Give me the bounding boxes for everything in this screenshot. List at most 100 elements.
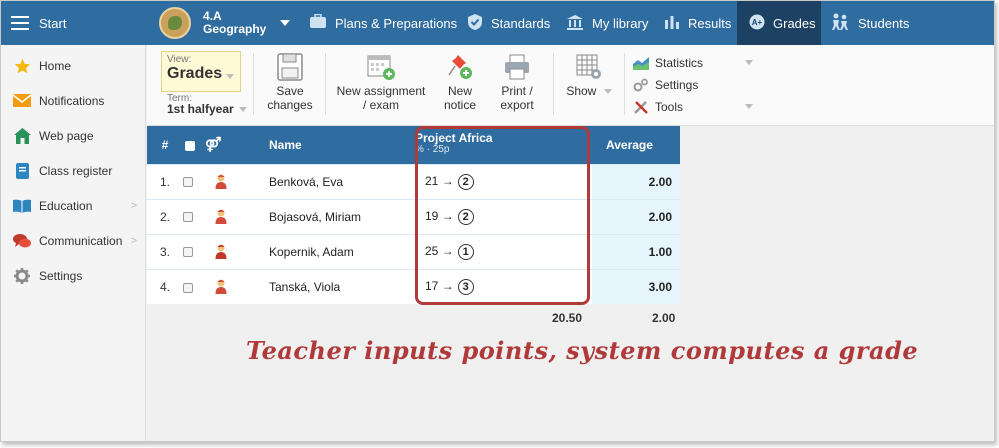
arrow-right-icon: → [441,173,454,188]
save-changes-button[interactable]: Save changes [264,53,316,112]
nav-plans-preparations[interactable]: Plans & Preparations [309,1,457,45]
sidebar-item-label: Notifications [39,93,105,108]
sidebar-item-notifications[interactable]: Notifications [1,83,145,118]
print-export-button[interactable]: Print / export [493,53,541,112]
student-name[interactable]: Tanská, Viola [269,268,415,304]
row-number: 3. [147,233,183,269]
row-average: 3.00 [592,268,680,304]
class-selector[interactable]: 4.A Geography [159,5,291,41]
table-row[interactable]: 4. Tanská, Viola 17 → 3 3.00 [147,268,680,304]
select-all-checkbox[interactable] [183,126,205,164]
row-number: 1. [147,163,183,199]
svg-text:A+: A+ [752,18,763,27]
row-checkbox[interactable] [183,233,205,269]
grades-icon: A+ [749,14,765,33]
sidebar-item-label: Class register [39,163,113,178]
settings-menu[interactable]: Settings [633,74,753,96]
row-checkbox[interactable] [183,163,205,199]
nav-label: Standards [491,15,551,31]
sidebar-item-label: Settings [39,268,83,283]
grade-badge: 2 [457,173,474,190]
points-grade-cell[interactable]: 17 → 3 [415,268,592,304]
table-row[interactable]: 2. Bojasová, Miriam 19 → 2 2.00 [147,198,680,234]
row-checkbox[interactable] [183,268,205,304]
row-average: 2.00 [592,198,680,234]
top-navigation-bar: Start 4.A Geography Plans & Preparations… [1,1,994,45]
gender-symbol-icon: ⚤ [205,136,222,153]
print-label: Print / [501,84,533,98]
hamburger-icon [11,16,29,30]
table-row[interactable]: 1. Benková, Eva 21 → 2 2.00 [147,163,680,199]
statistics-menu[interactable]: Statistics [633,52,753,74]
sidebar-item-home[interactable]: Home [1,48,145,83]
points-value: 25 [425,243,439,258]
table-row[interactable]: 3. Kopernik, Adam 25 → 1 1.00 [147,233,680,269]
new-notice-button[interactable]: New notice [440,53,480,112]
sidebar-item-label: Home [39,58,72,73]
show-dropdown-button[interactable]: Show [561,53,617,98]
chevron-down-icon [226,74,234,79]
nav-grades[interactable]: A+ Grades [737,1,821,45]
col-average-header[interactable]: Average [592,126,680,164]
chevron-down-icon [280,20,291,26]
chevron-down-icon [238,107,247,113]
new-assignment-button[interactable]: New assignment / exam [333,53,429,112]
student-avatar-icon [215,174,227,190]
sidebar-item-education[interactable]: Education > [1,188,145,223]
nav-label: Results [688,15,732,31]
points-value: 19 [425,208,439,223]
geography-avatar-icon [159,7,191,39]
annotation-text: Teacher inputs points, system computes a… [246,336,919,365]
tools-label: Tools [655,100,684,114]
nav-label: Students [858,15,910,31]
sidebar-item-label: Communication [39,233,123,248]
total-grade-average: 2.00 [652,311,676,325]
points-grade-cell[interactable]: 19 → 2 [415,198,592,234]
printer-icon [503,53,531,81]
grades-table: # ⚤ Name Project Africa % · 25p Average … [147,126,680,304]
student-avatar-icon [215,209,227,225]
student-avatar-icon [215,244,227,260]
register-icon [13,162,31,179]
subject-name: Geography [203,22,267,36]
sidebar-item-label: Web page [39,128,94,143]
start-menu-button[interactable]: Start [1,1,146,45]
assignment-header[interactable]: Project Africa % · 25p [415,126,592,164]
term-value: 1st halfyear [167,102,234,116]
sidebar-item-web-page[interactable]: Web page [1,118,145,153]
student-name[interactable]: Kopernik, Adam [269,233,415,269]
tools-menu[interactable]: Tools [633,96,753,118]
term-selector[interactable]: Term: 1st halfyear [167,93,247,115]
sidebar-item-settings[interactable]: Settings [1,258,145,293]
view-selector[interactable]: View: Grades [161,51,241,92]
show-label: Show [566,84,597,98]
grade-badge: 2 [457,208,474,225]
print-label-2: export [500,98,534,112]
sidebar-item-communication[interactable]: Communication > [1,223,145,258]
new-assignment-label: New assignment [336,84,426,98]
student-name[interactable]: Benková, Eva [269,163,415,199]
points-grade-cell[interactable]: 25 → 1 [415,233,592,269]
arrow-right-icon: → [441,243,454,258]
student-name[interactable]: Bojasová, Miriam [269,198,415,234]
nav-standards[interactable]: Standards [467,1,550,45]
sidebar-item-class-register[interactable]: Class register [1,153,145,188]
nav-students[interactable]: Students [830,1,909,45]
right-tools-list: Statistics Settings Tools [633,52,753,118]
start-label: Start [39,15,67,31]
floppy-disk-icon [277,53,303,81]
points-grade-cell[interactable]: 21 → 2 [415,163,592,199]
chevron-down-icon [745,104,753,109]
student-avatar-cell [205,233,269,269]
row-checkbox[interactable] [183,198,205,234]
assignment-title: Project Africa [415,131,493,145]
nav-results[interactable]: Results [664,1,731,45]
envelope-icon [13,93,31,109]
nav-label: My library [592,15,649,31]
book-icon [13,198,31,214]
tools-icon [633,100,649,114]
gear-icon [13,267,31,284]
nav-my-library[interactable]: My library [566,1,648,45]
star-icon [13,58,31,74]
col-name-header[interactable]: Name [269,126,415,164]
